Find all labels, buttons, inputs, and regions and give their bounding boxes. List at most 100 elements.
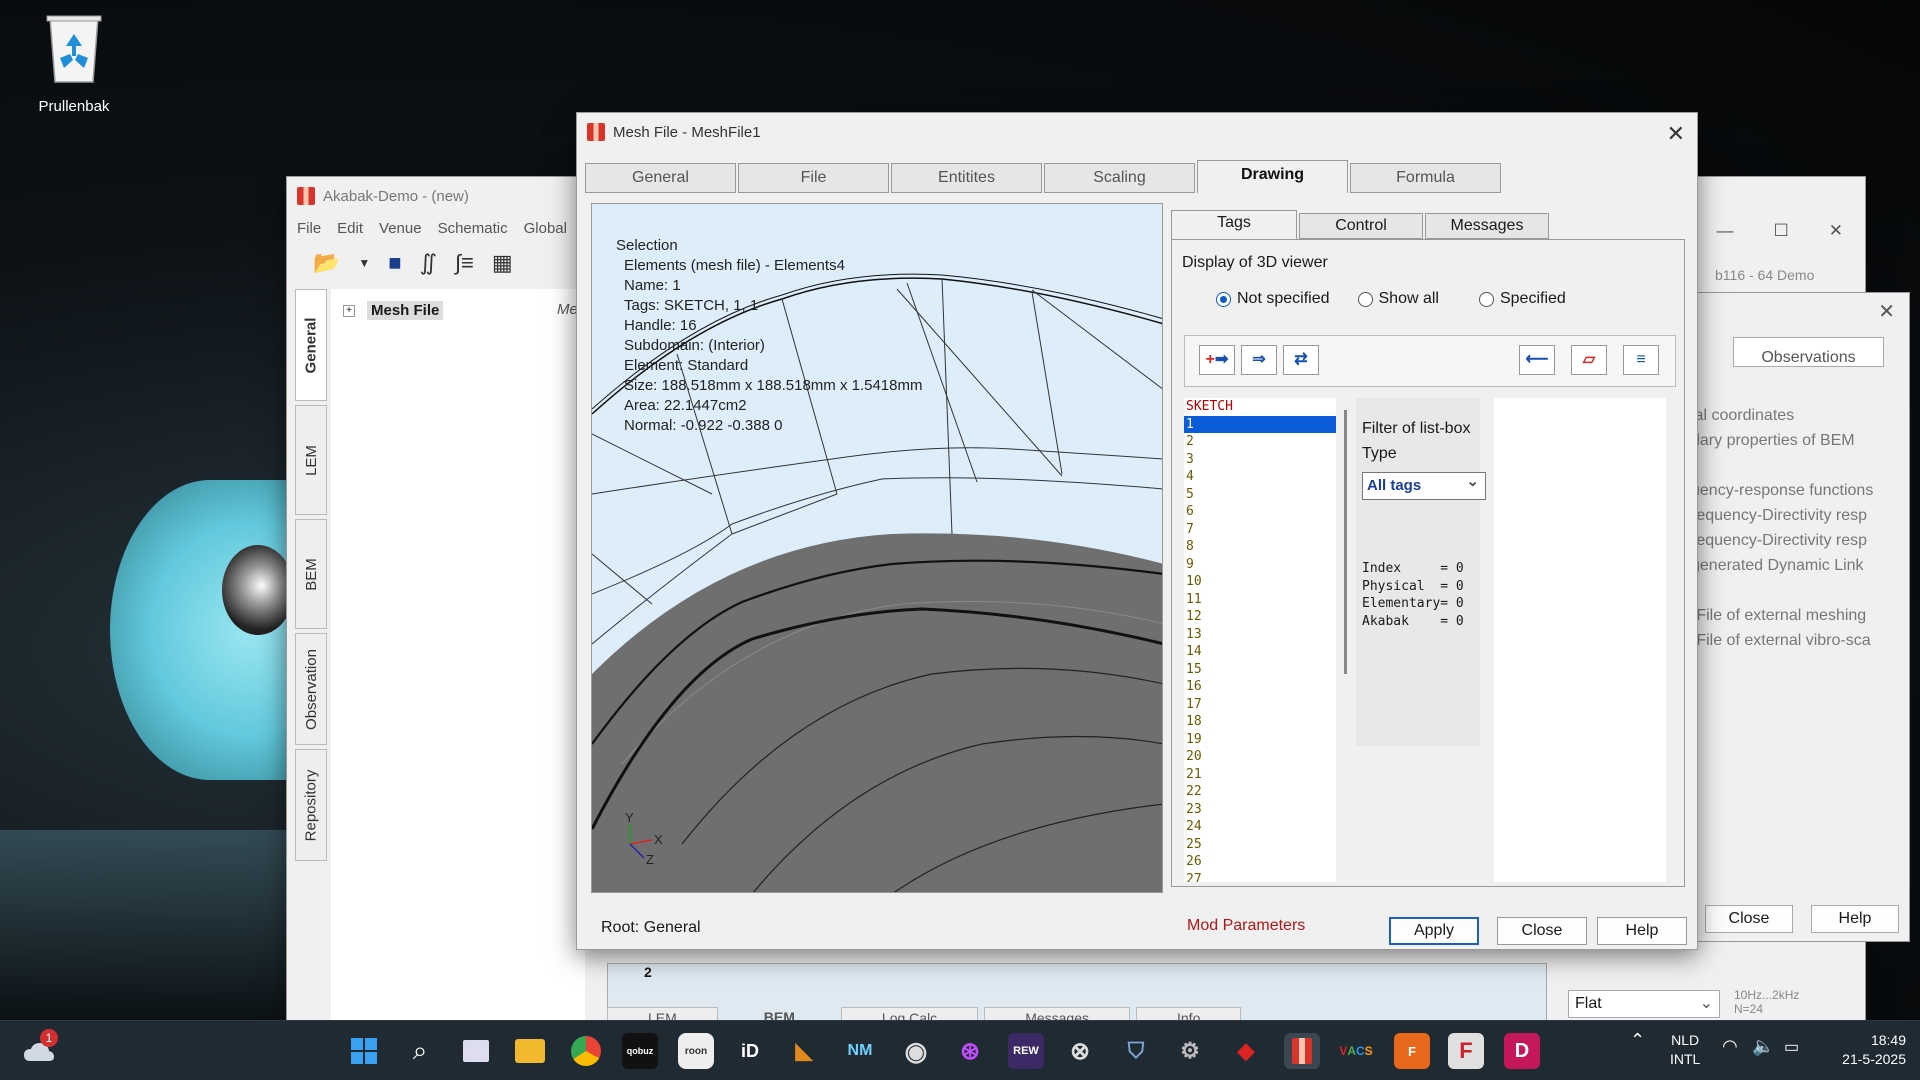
subtab-messages[interactable]: Messages xyxy=(1425,213,1549,239)
radio-show-all[interactable]: Show all xyxy=(1357,290,1439,308)
chevron-up-icon[interactable]: ⌃ xyxy=(1630,1031,1645,1050)
tree-item-mesh-file[interactable]: + Mesh File xyxy=(343,301,444,320)
tag-list-item[interactable]: 14 xyxy=(1184,643,1336,661)
close-button[interactable]: Close xyxy=(1497,917,1587,945)
tag-list-item[interactable]: 17 xyxy=(1184,696,1336,714)
tab-file[interactable]: File xyxy=(738,163,889,193)
integral-list-icon[interactable]: ∫≡ xyxy=(455,250,474,276)
tab-entities[interactable]: Entitites xyxy=(891,163,1042,193)
maximize-icon[interactable]: ☐ xyxy=(1774,221,1789,241)
filter-type-select[interactable]: All tags xyxy=(1362,469,1486,500)
tag-list-item[interactable]: 25 xyxy=(1184,836,1336,854)
list-icon[interactable]: ≡ xyxy=(1623,345,1659,375)
open-folder-icon[interactable]: 📂 xyxy=(313,250,340,276)
integral-icon[interactable]: ∬ xyxy=(420,250,437,276)
tab-formula[interactable]: Formula xyxy=(1350,163,1501,193)
tag-list-item[interactable]: 21 xyxy=(1184,766,1336,784)
scrollbar[interactable] xyxy=(1344,410,1347,674)
observations-line[interactable]: requency-Directivity resp xyxy=(1691,503,1903,528)
replace-tag-icon[interactable]: ⇄ xyxy=(1283,345,1319,375)
f-app-icon[interactable]: F xyxy=(1448,1033,1484,1069)
volume-icon[interactable]: 🔈 xyxy=(1752,1037,1774,1056)
observations-line[interactable]: generated Dynamic Link xyxy=(1691,553,1903,578)
subtab-tags[interactable]: Tags xyxy=(1171,210,1297,239)
menu-venue[interactable]: Venue xyxy=(379,220,422,237)
vtab-general[interactable]: General xyxy=(295,289,327,401)
tag-list-item[interactable]: 19 xyxy=(1184,731,1336,749)
clock[interactable]: 18:49 21-5-2025 xyxy=(1826,1031,1906,1069)
dropdown-arrow-icon[interactable]: ▼ xyxy=(358,256,370,270)
tag-list-item[interactable]: 20 xyxy=(1184,748,1336,766)
nm-app-icon[interactable]: NM xyxy=(842,1033,878,1069)
shield-app-icon[interactable]: ⛉ xyxy=(1118,1033,1154,1069)
circle-app-icon[interactable]: ◉ xyxy=(898,1033,934,1069)
id-app-icon[interactable]: iD xyxy=(732,1033,768,1069)
observations-line[interactable]: uency-response functions xyxy=(1691,478,1903,503)
tag-list-item[interactable]: 5 xyxy=(1184,486,1336,504)
qobuz-icon[interactable]: qobuz xyxy=(622,1033,658,1069)
tag-list-item[interactable]: 8 xyxy=(1184,538,1336,556)
observations-line[interactable]: dary properties of BEM xyxy=(1691,428,1903,453)
tag-list-item[interactable]: 18 xyxy=(1184,713,1336,731)
tag-list-item[interactable]: 12 xyxy=(1184,608,1336,626)
fus-app-icon[interactable]: F xyxy=(1394,1033,1430,1069)
menu-edit[interactable]: Edit xyxy=(337,220,363,237)
chrome-icon[interactable] xyxy=(568,1033,604,1069)
tag-list-item[interactable]: 16 xyxy=(1184,678,1336,696)
radio-not-specified[interactable]: Not specified xyxy=(1216,290,1330,308)
tag-list-item[interactable]: 24 xyxy=(1184,818,1336,836)
expand-icon[interactable]: + xyxy=(343,304,355,317)
assign-tag-icon[interactable]: ⇒ xyxy=(1241,345,1277,375)
observations-line[interactable]: ial coordinates xyxy=(1691,403,1903,428)
observations-close-button[interactable]: Close xyxy=(1705,905,1793,933)
tag-list-item[interactable]: 6 xyxy=(1184,503,1336,521)
vtab-repository[interactable]: Repository xyxy=(295,749,327,861)
vacs-icon[interactable]: VACS xyxy=(1338,1033,1374,1069)
tag-listbox[interactable]: SKETCH 1 2 3 4 5 6 7 8 9 10 11 12 13 14 15 16 17 18 19 20 21… xyxy=(1184,398,1336,882)
tag-list-item[interactable]: 26 xyxy=(1184,853,1336,871)
minimize-icon[interactable]: — xyxy=(1717,221,1734,241)
back-arrow-icon[interactable]: ⟵ xyxy=(1519,345,1555,375)
subtab-control[interactable]: Control xyxy=(1299,213,1423,239)
tag-list-item[interactable]: 13 xyxy=(1184,626,1336,644)
recycle-bin-desktop-icon[interactable]: Prullenbak xyxy=(30,8,118,115)
tag-list-item[interactable]: 10 xyxy=(1184,573,1336,591)
tag-list-item[interactable]: 3 xyxy=(1184,451,1336,469)
search-icon[interactable]: ⌕ xyxy=(402,1033,438,1069)
observations-line[interactable]: -File of external vibro-sca xyxy=(1691,628,1903,653)
tag-list-item[interactable]: 1 xyxy=(1184,415,1336,433)
tag-list-item[interactable]: 22 xyxy=(1184,783,1336,801)
tag-list-item[interactable]: 9 xyxy=(1184,556,1336,574)
observations-line[interactable]: requency-Directivity resp xyxy=(1691,528,1903,553)
tag-list-item[interactable]: 4 xyxy=(1184,468,1336,486)
tag-list-item[interactable]: 23 xyxy=(1184,801,1336,819)
flat-select[interactable]: Flat ⌄ xyxy=(1568,990,1720,1018)
add-tag-icon[interactable]: +➡ xyxy=(1199,345,1235,375)
language-indicator[interactable]: NLD INTL xyxy=(1670,1031,1700,1069)
file-explorer-icon[interactable] xyxy=(512,1033,548,1069)
mesh-grid-icon[interactable]: ▦ xyxy=(492,250,513,276)
menu-global[interactable]: Global xyxy=(524,220,567,237)
d-app-icon[interactable]: D xyxy=(1504,1033,1540,1069)
roon-icon[interactable]: roon xyxy=(678,1033,714,1069)
tab-general[interactable]: General xyxy=(585,163,736,193)
close-icon[interactable]: ✕ xyxy=(1829,221,1843,241)
tag-list-item[interactable]: 27 xyxy=(1184,871,1336,883)
purple-app-icon[interactable]: ⊛ xyxy=(952,1033,988,1069)
tag-list-item[interactable]: 2 xyxy=(1184,433,1336,451)
tab-scaling[interactable]: Scaling xyxy=(1044,163,1195,193)
radio-specified[interactable]: Specified xyxy=(1478,290,1566,308)
tag-list-item[interactable]: 15 xyxy=(1184,661,1336,679)
akabak-taskbar-icon[interactable] xyxy=(1284,1033,1320,1069)
battery-icon[interactable]: ▭ xyxy=(1784,1038,1799,1057)
wifi-icon[interactable]: ◠ xyxy=(1722,1037,1738,1056)
vtab-bem[interactable]: BEM xyxy=(295,519,327,629)
vtab-lem[interactable]: LEM xyxy=(295,405,327,515)
3d-viewer[interactable]: Y X Z Selection Elements (mesh file) - E… xyxy=(591,203,1163,893)
save-icon[interactable]: ■ xyxy=(388,250,401,276)
rew-icon[interactable]: REW xyxy=(1008,1033,1044,1069)
audio-app-icon[interactable]: ◣ xyxy=(786,1033,822,1069)
help-button[interactable]: Help xyxy=(1597,917,1687,945)
tag-detail-box[interactable] xyxy=(1494,398,1666,882)
observations-help-button[interactable]: Help xyxy=(1811,905,1899,933)
